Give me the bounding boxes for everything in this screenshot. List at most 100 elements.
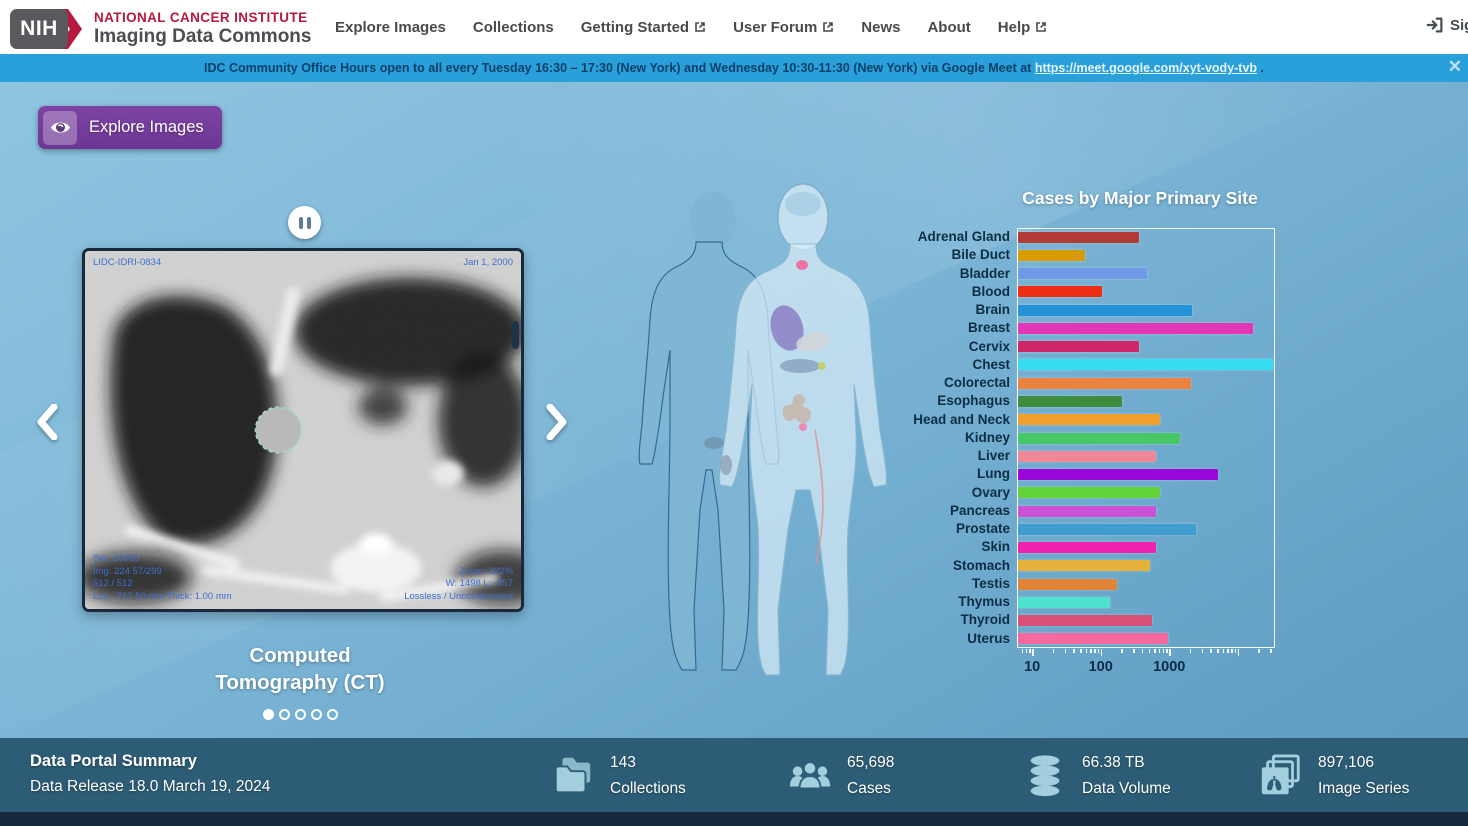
- chart-label-colorectal: Colorectal: [880, 374, 1010, 392]
- stat-data-volume: 66.38 TBData Volume: [1022, 750, 1171, 802]
- carousel-dot-4[interactable]: [311, 709, 322, 720]
- chart-bar-kidney[interactable]: [1018, 433, 1180, 444]
- x-axis-tick: [1080, 649, 1082, 653]
- body-map-illustration: [630, 180, 910, 710]
- ct-study-date: Jan 1, 2000: [463, 257, 513, 270]
- nav-item-news[interactable]: News: [861, 19, 900, 36]
- chart-label-brain: Brain: [880, 301, 1010, 319]
- carousel-dot-2[interactable]: [279, 709, 290, 720]
- chart-bar-skin[interactable]: [1018, 542, 1156, 553]
- stat-label: Image Series: [1318, 776, 1409, 802]
- people-icon: [787, 753, 833, 799]
- ct-patient-id: LIDC-IDRI-0834: [93, 257, 161, 270]
- x-axis-tick: [1086, 649, 1088, 653]
- chart-bar-esophagus[interactable]: [1018, 396, 1122, 407]
- sign-in-label: Sign In: [1450, 17, 1468, 34]
- chart-label-uterus: Uterus: [880, 630, 1010, 648]
- stat-value: 66.38 TB: [1082, 750, 1171, 776]
- footer-title: Data Portal Summary: [30, 749, 270, 774]
- nav-item-collections[interactable]: Collections: [473, 19, 554, 36]
- banner-close-icon[interactable]: ✕: [1448, 57, 1462, 77]
- institute-name: NATIONAL CANCER INSTITUTE: [94, 10, 311, 25]
- carousel-dot-5[interactable]: [327, 709, 338, 720]
- chart-label-adrenal-gland: Adrenal Gland: [880, 228, 1010, 246]
- carousel-dot-3[interactable]: [295, 709, 306, 720]
- chart-bar-pancreas[interactable]: [1018, 506, 1156, 517]
- chart-bar-colorectal[interactable]: [1018, 378, 1191, 389]
- chart-bar-thymus[interactable]: [1018, 597, 1110, 608]
- chart-bar-thyroid[interactable]: [1018, 615, 1152, 626]
- chart-label-head-and-neck: Head and Neck: [880, 411, 1010, 429]
- data-release-info: Data Release 18.0 March 19, 2024: [30, 774, 270, 799]
- x-axis-tick-label: 10: [1010, 659, 1054, 675]
- chart-bar-blood[interactable]: [1018, 286, 1102, 297]
- nih-logo-mark: NIH: [10, 9, 68, 49]
- x-axis-tick: [1210, 649, 1212, 653]
- chart-bar-uterus[interactable]: [1018, 633, 1168, 644]
- carousel-slide-ct-image: LIDC-IDRI-0834 Jan 1, 2000 Ser: 30069Img…: [82, 248, 524, 612]
- x-axis-tick: [1098, 649, 1100, 653]
- x-axis-tick: [1227, 649, 1229, 653]
- x-axis-tick: [1163, 649, 1165, 653]
- banner-meet-link[interactable]: https://meet.google.com/xyt-vody-tvb: [1035, 61, 1257, 75]
- chart-bar-stomach[interactable]: [1018, 560, 1150, 571]
- chart-label-testis: Testis: [880, 575, 1010, 593]
- chart-bar-prostate[interactable]: [1018, 524, 1196, 535]
- nih-nci-logo[interactable]: NIH NATIONAL CANCER INSTITUTE Imaging Da…: [10, 7, 311, 51]
- chart-label-esophagus: Esophagus: [880, 392, 1010, 410]
- bottom-strip: [0, 812, 1468, 826]
- stat-value: 143: [610, 750, 686, 776]
- chart-bar-testis[interactable]: [1018, 579, 1117, 590]
- chart-label-breast: Breast: [880, 319, 1010, 337]
- site-header: NIH NATIONAL CANCER INSTITUTE Imaging Da…: [0, 0, 1468, 54]
- x-axis-tick: [1217, 649, 1219, 653]
- chart-bar-cervix[interactable]: [1018, 341, 1139, 352]
- chart-label-blood: Blood: [880, 283, 1010, 301]
- chart-bar-ovary[interactable]: [1018, 487, 1160, 498]
- nav-item-explore-images[interactable]: Explore Images: [335, 19, 446, 36]
- x-axis-tick: [1029, 649, 1031, 653]
- folders-icon: [550, 753, 596, 799]
- sign-in-button[interactable]: Sign In: [1425, 15, 1468, 35]
- viewer-scrollbar-thumb[interactable]: [512, 321, 519, 349]
- ct-view-info: Zoom: 322%W: 1498 L: -357Lossless / Unco…: [404, 566, 513, 604]
- caption-line1: Computed: [150, 642, 450, 669]
- carousel-prev-arrow[interactable]: [34, 404, 60, 440]
- nav-item-user-forum[interactable]: User Forum: [733, 19, 834, 36]
- x-axis-tick-label: 1000: [1147, 659, 1191, 675]
- chart-bar-adrenal-gland[interactable]: [1018, 232, 1139, 243]
- x-axis-tick: [1258, 649, 1260, 653]
- chart-bar-liver[interactable]: [1018, 451, 1156, 462]
- chart-bar-lung[interactable]: [1018, 469, 1218, 480]
- idc-portal-page: { "header": { "logo": { "nih": "NIH", "i…: [0, 0, 1468, 826]
- chart-bar-head-and-neck[interactable]: [1018, 414, 1160, 425]
- nav-item-getting-started[interactable]: Getting Started: [581, 19, 706, 36]
- sign-in-icon: [1425, 15, 1445, 35]
- stat-image-series: 897,106Image Series: [1258, 750, 1409, 802]
- stat-collections: 143Collections: [550, 750, 686, 802]
- chart-label-cervix: Cervix: [880, 338, 1010, 356]
- eye-icon: [43, 111, 77, 145]
- chart-label-thymus: Thymus: [880, 593, 1010, 611]
- nav-item-about[interactable]: About: [927, 19, 970, 36]
- chart-label-kidney: Kidney: [880, 429, 1010, 447]
- x-axis-tick: [1159, 649, 1161, 653]
- chart-bar-chest[interactable]: [1018, 359, 1273, 370]
- explore-images-label: Explore Images: [89, 118, 204, 137]
- chart-bar-bladder[interactable]: [1018, 268, 1147, 279]
- image-series-icon: [1258, 753, 1304, 799]
- chart-bar-brain[interactable]: [1018, 305, 1192, 316]
- cases-chart: Cases by Major Primary Site Adrenal Glan…: [880, 180, 1300, 690]
- carousel-dot-1[interactable]: [263, 709, 274, 720]
- explore-images-button[interactable]: Explore Images: [38, 106, 222, 149]
- chart-bar-breast[interactable]: [1018, 323, 1253, 334]
- chart-label-prostate: Prostate: [880, 520, 1010, 538]
- carousel-pause-button[interactable]: [288, 206, 321, 239]
- x-axis-tick: [1270, 649, 1272, 653]
- carousel-next-arrow[interactable]: [544, 404, 570, 440]
- stat-label: Collections: [610, 776, 686, 802]
- nav-item-help[interactable]: Help: [998, 19, 1048, 36]
- chart-bar-bile-duct[interactable]: [1018, 250, 1085, 261]
- x-axis-tick: [1166, 649, 1168, 653]
- x-axis-tick: [1094, 649, 1096, 653]
